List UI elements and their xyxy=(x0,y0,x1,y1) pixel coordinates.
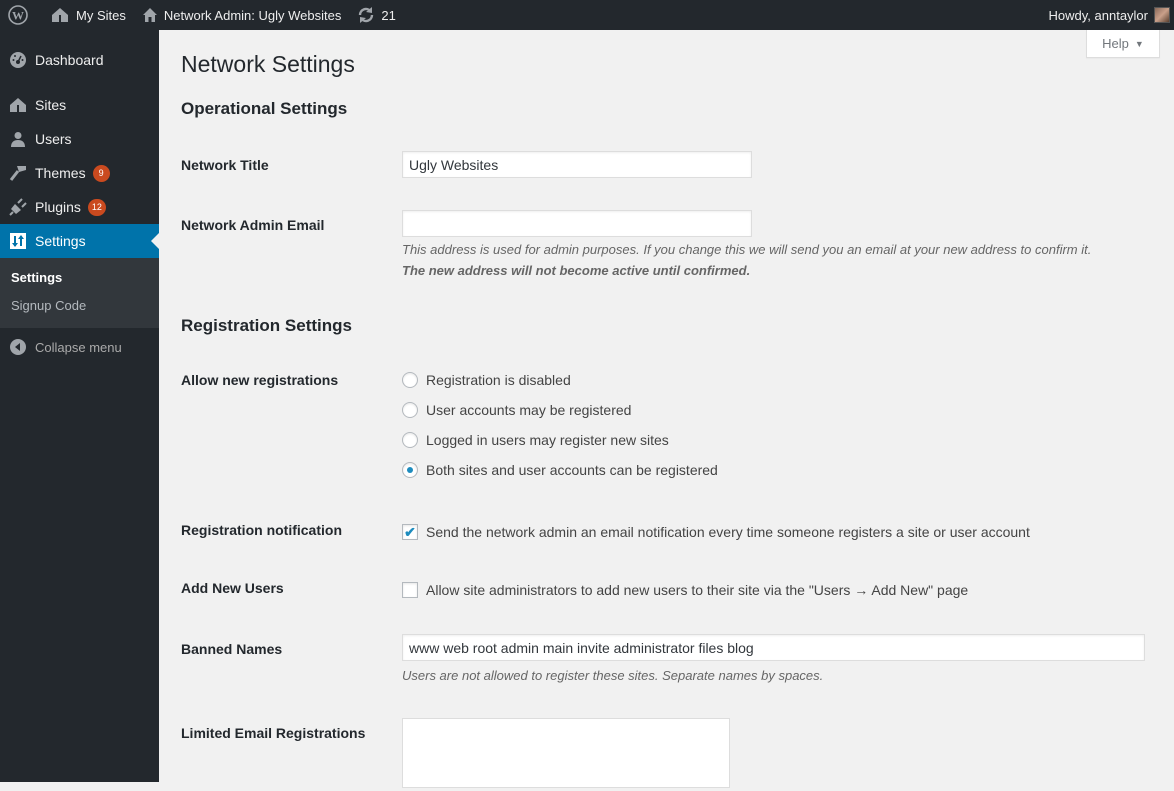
radio-option-logged-in-sites[interactable]: Logged in users may register new sites xyxy=(402,425,718,455)
help-label: Help xyxy=(1102,36,1129,51)
notification-checkbox[interactable]: ✔ xyxy=(402,524,418,540)
updates-count: 21 xyxy=(381,8,395,23)
radio-option-disabled[interactable]: Registration is disabled xyxy=(402,365,718,395)
network-admin-email-input[interactable] xyxy=(402,210,752,237)
sidebar-item-users[interactable]: Users xyxy=(0,122,159,156)
submenu-item-signup-code[interactable]: Signup Code xyxy=(0,292,159,320)
notification-text: Send the network admin an email notifica… xyxy=(426,524,1030,540)
submenu-item-settings[interactable]: Settings xyxy=(0,264,159,292)
wp-logo-menu[interactable]: W xyxy=(0,0,42,30)
help-button[interactable]: Help ▼ xyxy=(1086,30,1160,58)
sidebar-item-label: Plugins xyxy=(35,199,81,215)
radio-selected-dot xyxy=(407,467,413,473)
allow-registrations-label: Allow new registrations xyxy=(181,372,338,388)
settings-icon xyxy=(8,231,28,251)
sidebar-item-label: Dashboard xyxy=(35,52,104,68)
checkmark-icon: ✔ xyxy=(404,524,416,541)
collapse-icon xyxy=(8,337,28,357)
registration-settings-heading: Registration Settings xyxy=(181,316,352,336)
radio-button[interactable] xyxy=(402,402,418,418)
radio-label: Registration is disabled xyxy=(426,372,571,388)
home-icon xyxy=(142,7,158,23)
network-title-label: Network Title xyxy=(181,157,269,173)
page-title: Network Settings xyxy=(181,51,355,78)
main-content: Help ▼ Network Settings Operational Sett… xyxy=(159,30,1174,782)
admin-bar: W My Sites Network Admin: Ugly Websites … xyxy=(0,0,1174,30)
my-account-menu[interactable]: Howdy, anntaylor xyxy=(1041,0,1174,30)
my-sites-menu[interactable]: My Sites xyxy=(42,0,134,30)
add-users-checkbox[interactable] xyxy=(402,582,418,598)
add-new-users-label: Add New Users xyxy=(181,580,284,596)
limited-email-label: Limited Email Registrations xyxy=(181,725,365,741)
network-admin-menu[interactable]: Network Admin: Ugly Websites xyxy=(134,0,350,30)
sites-icon xyxy=(8,95,28,115)
operational-settings-heading: Operational Settings xyxy=(181,99,347,119)
sidebar-item-sites[interactable]: Sites xyxy=(0,88,159,122)
radio-button-checked[interactable] xyxy=(402,462,418,478)
registration-notification-option[interactable]: ✔ Send the network admin an email notifi… xyxy=(402,524,1030,540)
radio-option-both[interactable]: Both sites and user accounts can be regi… xyxy=(402,455,718,485)
radio-option-user-accounts[interactable]: User accounts may be registered xyxy=(402,395,718,425)
network-admin-label: Network Admin: Ugly Websites xyxy=(164,8,342,23)
admin-sidebar: Dashboard Sites Users Themes 9 Plugins 1… xyxy=(0,30,159,782)
sidebar-item-dashboard[interactable]: Dashboard xyxy=(0,43,159,77)
themes-icon xyxy=(8,163,28,183)
updates-menu[interactable]: 21 xyxy=(349,0,403,30)
sidebar-item-label: Themes xyxy=(35,165,86,181)
banned-names-label: Banned Names xyxy=(181,641,282,657)
sidebar-item-settings[interactable]: Settings xyxy=(0,224,159,258)
caret-down-icon: ▼ xyxy=(1135,39,1144,49)
avatar xyxy=(1154,7,1170,23)
radio-button[interactable] xyxy=(402,372,418,388)
collapse-menu-label: Collapse menu xyxy=(35,340,122,355)
banned-names-input[interactable] xyxy=(402,634,1145,661)
radio-label: User accounts may be registered xyxy=(426,402,631,418)
sidebar-item-label: Users xyxy=(35,131,72,147)
sidebar-item-plugins[interactable]: Plugins 12 xyxy=(0,190,159,224)
dashboard-icon xyxy=(8,50,28,70)
sidebar-item-label: Sites xyxy=(35,97,66,113)
add-users-text: Allow site administrators to add new use… xyxy=(426,582,968,598)
plugins-icon xyxy=(8,197,28,217)
settings-submenu: Settings Signup Code xyxy=(0,258,159,328)
admin-email-note: The new address will not become active u… xyxy=(402,260,1174,281)
banned-names-description: Users are not allowed to register these … xyxy=(402,665,1145,686)
sidebar-item-label: Settings xyxy=(35,233,86,249)
plugins-update-badge: 12 xyxy=(88,199,106,216)
wordpress-logo-icon: W xyxy=(8,5,28,25)
admin-email-description: This address is used for admin purposes.… xyxy=(402,239,1174,260)
radio-label: Both sites and user accounts can be regi… xyxy=(426,462,718,478)
radio-button[interactable] xyxy=(402,432,418,448)
registration-notification-label: Registration notification xyxy=(181,522,342,538)
my-sites-icon xyxy=(50,7,70,23)
network-title-input[interactable] xyxy=(402,151,752,178)
updates-icon xyxy=(357,6,375,24)
limited-email-textarea[interactable] xyxy=(402,718,730,788)
collapse-menu-button[interactable]: Collapse menu xyxy=(0,330,159,364)
network-admin-email-label: Network Admin Email xyxy=(181,217,324,233)
themes-update-badge: 9 xyxy=(93,165,110,182)
svg-text:W: W xyxy=(12,9,24,23)
sidebar-item-themes[interactable]: Themes 9 xyxy=(0,156,159,190)
my-sites-label: My Sites xyxy=(76,8,126,23)
add-new-users-option[interactable]: Allow site administrators to add new use… xyxy=(402,582,968,598)
users-icon xyxy=(8,129,28,149)
howdy-label: Howdy, anntaylor xyxy=(1049,8,1148,23)
radio-label: Logged in users may register new sites xyxy=(426,432,669,448)
registration-radio-group: Registration is disabled User accounts m… xyxy=(402,365,718,485)
